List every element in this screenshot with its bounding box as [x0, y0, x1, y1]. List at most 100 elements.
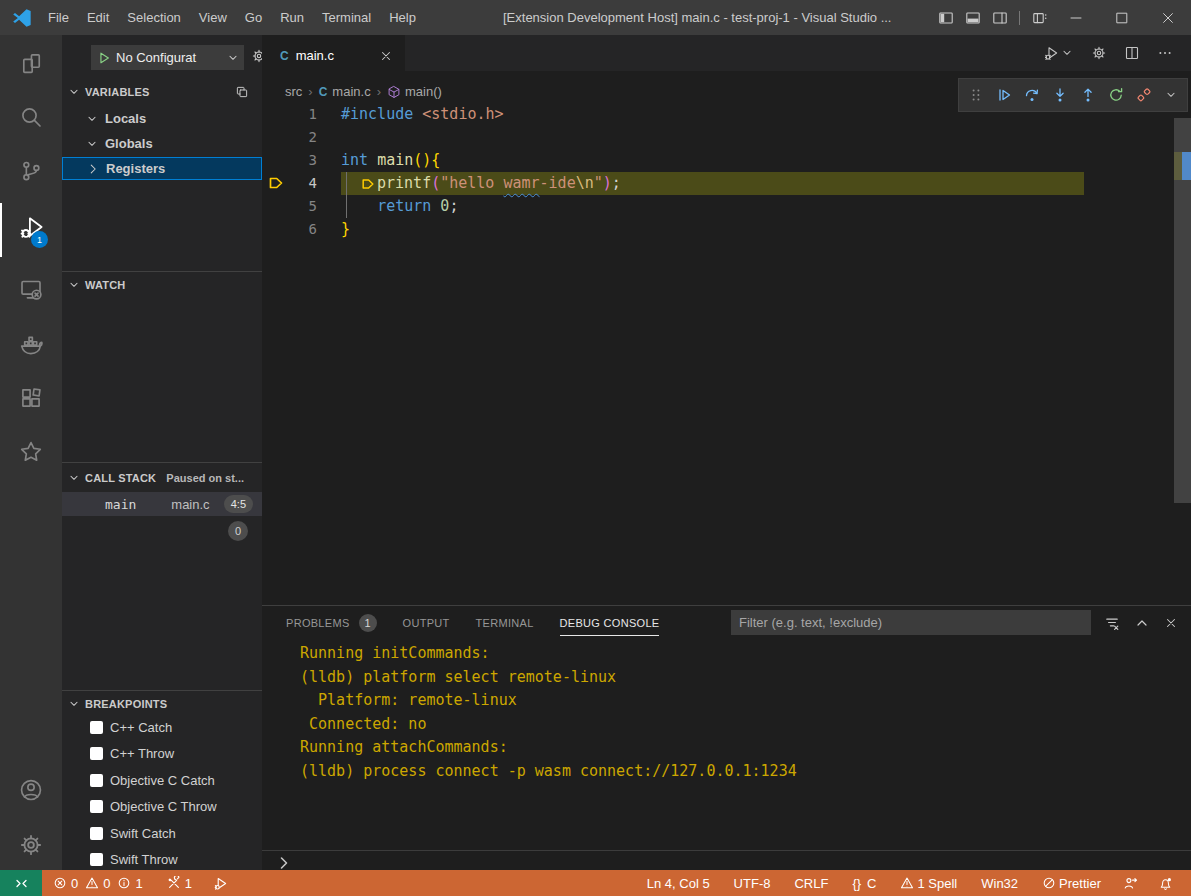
step-into-icon[interactable]: [1052, 87, 1068, 103]
more-actions-icon[interactable]: [1157, 45, 1173, 61]
cursor-position[interactable]: Ln 4, Col 5: [635, 870, 722, 896]
editor-tab-bar: C main.c: [262, 35, 1191, 71]
tab-label: main.c: [296, 48, 334, 63]
checkbox[interactable]: [90, 800, 103, 813]
activity-settings[interactable]: [0, 818, 62, 872]
section-divider: [62, 271, 262, 272]
close-button[interactable]: [1145, 0, 1191, 35]
code-line-5[interactable]: 5 return 0;: [262, 195, 1191, 218]
minimize-button[interactable]: [1053, 0, 1099, 35]
tools-status[interactable]: 1: [162, 870, 197, 896]
spell-checker-status[interactable]: 1 Spell: [888, 870, 969, 896]
breakpoint-swift-catch[interactable]: Swift Catch: [62, 820, 262, 846]
menu-file[interactable]: File: [39, 0, 78, 35]
activity-remote-explorer[interactable]: [0, 262, 62, 316]
restart-icon[interactable]: [1108, 87, 1124, 103]
debug-status-icon[interactable]: [209, 870, 234, 896]
menu-terminal[interactable]: Terminal: [313, 0, 380, 35]
extensions-icon: [19, 386, 43, 410]
breakpoint-objective-c-throw[interactable]: Objective C Throw: [62, 794, 262, 820]
debug-config-dropdown[interactable]: No Configurat: [91, 45, 244, 70]
remote-indicator[interactable]: [0, 870, 42, 896]
code-area[interactable]: 1#include <stdio.h>23int main(){4printf(…: [262, 95, 1191, 605]
activity-files[interactable]: [0, 36, 62, 90]
code-line-3[interactable]: 3int main(){: [262, 149, 1191, 172]
maximize-button[interactable]: [1099, 0, 1145, 35]
debug-console-output: Running initCommands:(lldb) platform sel…: [300, 642, 797, 783]
activity-source-control[interactable]: [0, 144, 62, 198]
clear-console-icon[interactable]: [1104, 615, 1120, 631]
window-title: [Extension Development Host] main.c - te…: [503, 0, 891, 35]
chevron-down-icon: [85, 112, 99, 126]
menu-run[interactable]: Run: [271, 0, 313, 35]
breakpoint-swift-throw[interactable]: Swift Throw: [62, 847, 262, 873]
copy-icon[interactable]: [235, 85, 249, 99]
notifications-bell-icon[interactable]: [1148, 870, 1183, 896]
breakpoints-section-header[interactable]: BREAKPOINTS: [62, 693, 262, 715]
panel-tab-terminal[interactable]: TERMINAL: [476, 606, 534, 639]
activity-extensions[interactable]: [0, 371, 62, 425]
customize-layout-icon[interactable]: [1026, 0, 1053, 35]
breakpoint-c-throw[interactable]: C++ Throw: [62, 741, 262, 767]
menu-selection[interactable]: Selection: [118, 0, 189, 35]
breakpoint-objective-c-catch[interactable]: Objective C Catch: [62, 767, 262, 793]
bottom-panel: PROBLEMS1 OUTPUT TERMINAL DEBUG CONSOLE Run…: [262, 605, 1191, 870]
checkbox[interactable]: [90, 747, 103, 760]
activity-run-debug[interactable]: 1: [0, 203, 62, 257]
code-line-6[interactable]: 6}: [262, 218, 1191, 241]
debug-toolbar-chevron-icon[interactable]: [1164, 88, 1178, 102]
layout-sidebar-right-icon[interactable]: [986, 0, 1013, 35]
editor-settings-gear-icon[interactable]: [1091, 45, 1107, 61]
code-line-2[interactable]: 2: [262, 126, 1191, 149]
layout-sidebar-icon[interactable]: [932, 0, 959, 35]
platform-indicator[interactable]: Win32: [969, 870, 1030, 896]
start-debug-icon[interactable]: [97, 51, 111, 65]
panel-tab-output[interactable]: OUTPUT: [403, 606, 450, 639]
continue-icon[interactable]: [996, 87, 1012, 103]
menu-help[interactable]: Help: [380, 0, 425, 35]
variables-section-header[interactable]: VARIABLES: [62, 81, 262, 103]
activity-account[interactable]: [0, 763, 62, 817]
code-line-4[interactable]: 4printf("hello wamr-ide\n");: [262, 172, 1191, 195]
problems-status[interactable]: 0 0 1: [48, 870, 148, 896]
tab-close-icon[interactable]: [379, 49, 393, 63]
toolbar-grip-icon[interactable]: [968, 87, 984, 103]
panel-tab-debug-console[interactable]: DEBUG CONSOLE: [560, 606, 660, 639]
language-mode[interactable]: {}C: [840, 870, 888, 896]
step-out-icon[interactable]: [1080, 87, 1096, 103]
maximize-panel-icon[interactable]: [1134, 615, 1150, 631]
checkbox[interactable]: [90, 774, 103, 787]
variables-scope-locals[interactable]: Locals: [62, 106, 262, 131]
breakpoint-c-catch[interactable]: C++ Catch: [62, 714, 262, 740]
activity-search[interactable]: [0, 90, 62, 144]
menu-edit[interactable]: Edit: [78, 0, 118, 35]
panel-tab-problems[interactable]: PROBLEMS1: [286, 606, 377, 639]
activity-docker[interactable]: [0, 317, 62, 371]
variables-scope-globals[interactable]: Globals: [62, 131, 262, 156]
debug-console-input[interactable]: [262, 850, 1191, 871]
checkbox[interactable]: [90, 721, 103, 734]
menu-go[interactable]: Go: [236, 0, 271, 35]
close-panel-icon[interactable]: [1164, 616, 1178, 630]
split-editor-icon[interactable]: [1124, 45, 1140, 61]
encoding-indicator[interactable]: UTF-8: [722, 870, 783, 896]
activity-star[interactable]: [0, 425, 62, 479]
eol-indicator[interactable]: CRLF: [782, 870, 840, 896]
console-filter-input[interactable]: [731, 610, 1091, 635]
files-icon: [19, 51, 43, 75]
variables-scope-registers[interactable]: Registers: [62, 157, 262, 180]
checkbox[interactable]: [90, 827, 103, 840]
run-or-debug-icon[interactable]: [1044, 45, 1074, 61]
formatter-indicator[interactable]: Prettier: [1030, 870, 1113, 896]
watch-section-header[interactable]: WATCH: [62, 274, 262, 296]
callstack-frame-row[interactable]: main main.c 4:5: [62, 492, 262, 516]
disconnect-icon[interactable]: [1136, 87, 1152, 103]
step-over-icon[interactable]: [1024, 87, 1040, 103]
checkbox[interactable]: [90, 853, 103, 866]
feedback-icon[interactable]: [1113, 870, 1148, 896]
debug-config-label: No Configurat: [116, 50, 226, 65]
layout-panel-icon[interactable]: [959, 0, 986, 35]
tab-main-c[interactable]: C main.c: [262, 35, 405, 71]
warning-icon: [85, 876, 99, 890]
menu-view[interactable]: View: [190, 0, 236, 35]
